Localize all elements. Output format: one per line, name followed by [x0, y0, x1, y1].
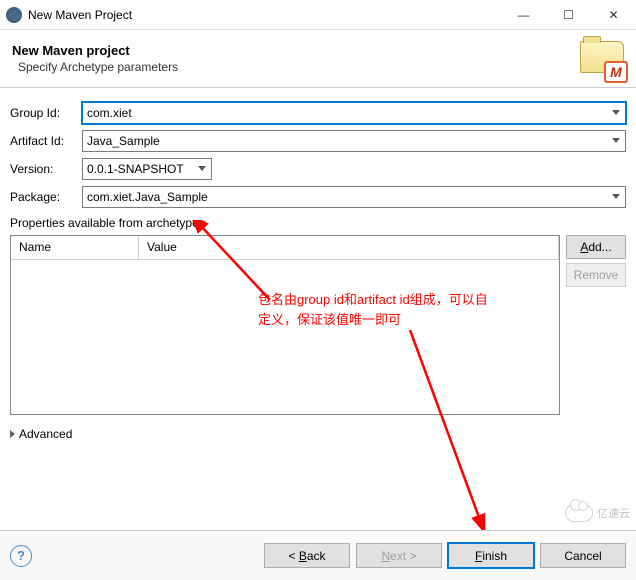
window-title: New Maven Project	[28, 8, 501, 22]
add-button[interactable]: Add...	[566, 235, 626, 259]
next-button: Next >	[356, 543, 442, 568]
wizard-footer: ? < Back Next > Finish Cancel	[0, 530, 636, 580]
minimize-button[interactable]: —	[501, 0, 546, 30]
chevron-right-icon	[10, 430, 15, 438]
properties-heading: Properties available from archetype:	[10, 216, 626, 230]
help-icon[interactable]: ?	[10, 545, 32, 567]
maven-icon: M	[580, 39, 624, 79]
version-label: Version:	[10, 162, 82, 176]
properties-table[interactable]: Name Value	[10, 235, 560, 415]
titlebar: New Maven Project — ☐ ✕	[0, 0, 636, 30]
package-input[interactable]	[82, 186, 626, 208]
maximize-button[interactable]: ☐	[546, 0, 591, 30]
group-id-input[interactable]	[82, 102, 626, 124]
cancel-button[interactable]: Cancel	[540, 543, 626, 568]
group-id-label: Group Id:	[10, 106, 82, 120]
column-value[interactable]: Value	[139, 236, 559, 260]
artifact-id-input[interactable]	[82, 130, 626, 152]
finish-button[interactable]: Finish	[448, 543, 534, 568]
column-name[interactable]: Name	[11, 236, 139, 260]
remove-button: Remove	[566, 263, 626, 287]
advanced-toggle[interactable]: Advanced	[10, 427, 626, 441]
banner-title: New Maven project	[12, 43, 580, 58]
watermark: 亿速云	[565, 504, 630, 522]
eclipse-icon	[6, 7, 22, 23]
banner-subtitle: Specify Archetype parameters	[18, 60, 580, 74]
wizard-banner: New Maven project Specify Archetype para…	[0, 30, 636, 88]
package-label: Package:	[10, 190, 82, 204]
close-button[interactable]: ✕	[591, 0, 636, 30]
version-input[interactable]	[82, 158, 212, 180]
artifact-id-label: Artifact Id:	[10, 134, 82, 148]
back-button[interactable]: < Back	[264, 543, 350, 568]
